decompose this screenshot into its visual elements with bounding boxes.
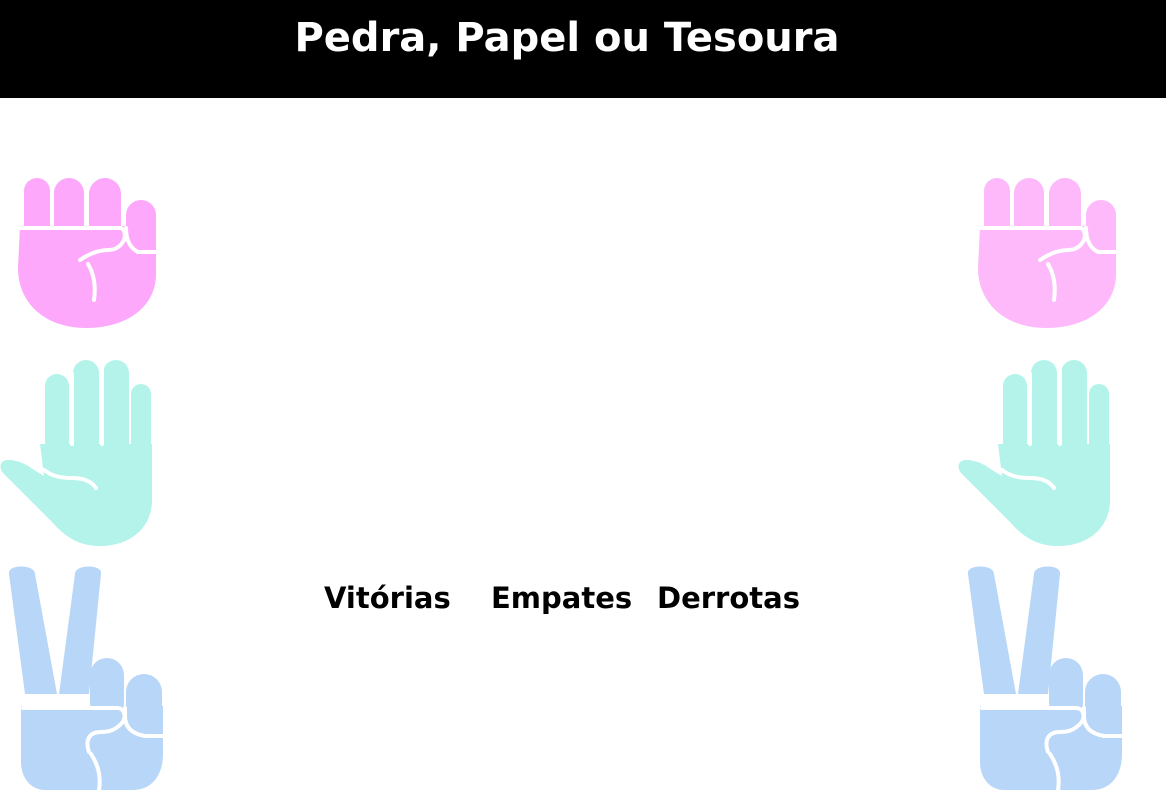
rock-fist-icon <box>976 178 1120 328</box>
computer-paper-display <box>958 360 1110 548</box>
rock-fist-icon <box>16 178 160 328</box>
paper-hand-icon <box>0 360 152 546</box>
computer-scissors-display <box>964 566 1124 790</box>
player-paper-button[interactable] <box>0 360 152 548</box>
page-title: Pedra, Papel ou Tesoura <box>294 15 840 61</box>
header-bar: Pedra, Papel ou Tesoura <box>0 0 1166 98</box>
paper-hand-icon <box>958 360 1110 546</box>
player-rock-button[interactable] <box>16 178 160 330</box>
player-scissors-button[interactable] <box>5 566 165 790</box>
losses-label: Derrotas <box>657 581 800 615</box>
draws-label: Empates <box>491 581 633 615</box>
scissors-victory-hand-icon <box>967 566 1124 790</box>
scissors-victory-hand-icon <box>8 566 165 790</box>
wins-label: Vitórias <box>324 581 451 615</box>
computer-rock-display <box>976 178 1120 330</box>
